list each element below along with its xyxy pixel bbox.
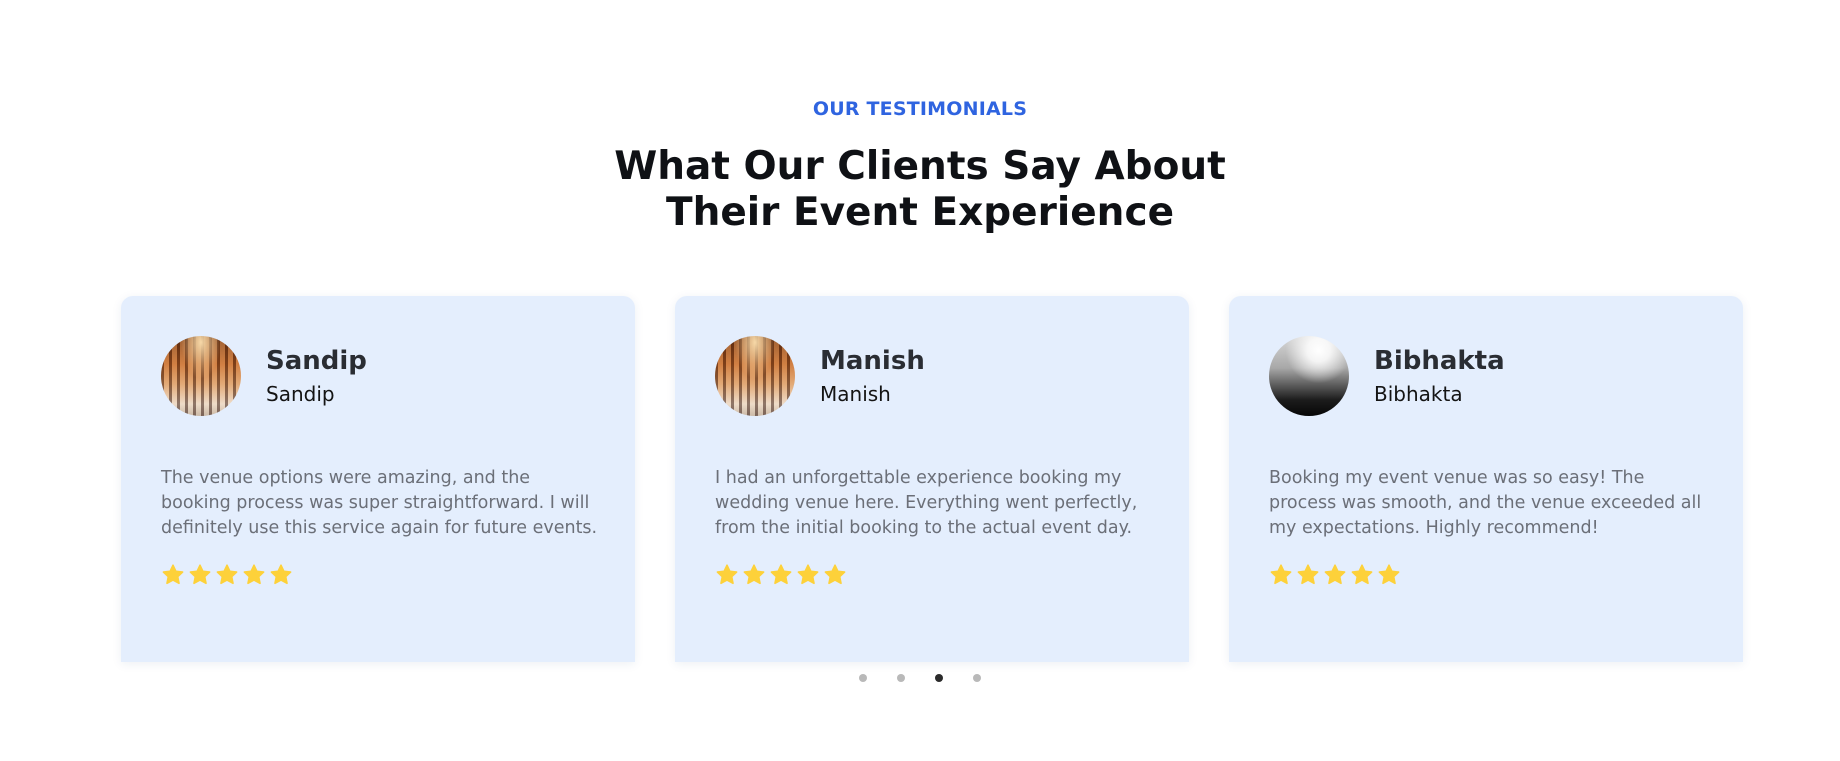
avatar: [715, 336, 795, 416]
star-icon: [188, 563, 212, 587]
star-icon: [1296, 563, 1320, 587]
client-subtitle: Sandip: [266, 382, 335, 406]
star-icon: [269, 563, 293, 587]
carousel-dot-4[interactable]: [973, 674, 981, 682]
client-subtitle: Bibhakta: [1374, 382, 1463, 406]
section-heading: What Our Clients Say About Their Event E…: [614, 144, 1226, 235]
star-rating: [715, 563, 847, 589]
client-name: Sandip: [266, 346, 367, 376]
star-rating: [161, 563, 293, 589]
star-icon: [742, 563, 766, 587]
star-icon: [796, 563, 820, 587]
testimonial-card: Sandip Sandip The venue options were ama…: [121, 296, 635, 662]
testimonial-quote: Booking my event venue was so easy! The …: [1269, 468, 1702, 538]
star-icon: [161, 563, 185, 587]
star-icon: [1323, 563, 1347, 587]
star-rating: [1269, 563, 1401, 589]
client-name: Bibhakta: [1374, 346, 1505, 376]
star-icon: [769, 563, 793, 587]
client-subtitle: Manish: [820, 382, 891, 406]
section-eyebrow: OUR TESTIMONIALS: [812, 98, 1028, 120]
carousel-pagination: [0, 674, 1840, 682]
client-name: Manish: [820, 346, 925, 376]
star-icon: [1269, 563, 1293, 587]
carousel-dot-2[interactable]: [897, 674, 905, 682]
avatar: [1269, 336, 1349, 416]
testimonial-carousel[interactable]: Sandip Sandip The venue options were ama…: [121, 296, 1743, 662]
star-icon: [823, 563, 847, 587]
star-icon: [242, 563, 266, 587]
carousel-dot-3[interactable]: [935, 674, 943, 682]
testimonial-card: Manish Manish I had an unforgettable exp…: [675, 296, 1189, 662]
avatar: [161, 336, 241, 416]
carousel-dot-1[interactable]: [859, 674, 867, 682]
star-icon: [715, 563, 739, 587]
testimonials-section: OUR TESTIMONIALS What Our Clients Say Ab…: [0, 0, 1840, 761]
testimonial-quote: The venue options were amazing, and the …: [161, 468, 598, 538]
star-icon: [1377, 563, 1401, 587]
testimonial-card: Bibhakta Bibhakta Booking my event venue…: [1229, 296, 1743, 662]
star-icon: [1350, 563, 1374, 587]
testimonial-quote: I had an unforgettable experience bookin…: [715, 468, 1138, 538]
star-icon: [215, 563, 239, 587]
